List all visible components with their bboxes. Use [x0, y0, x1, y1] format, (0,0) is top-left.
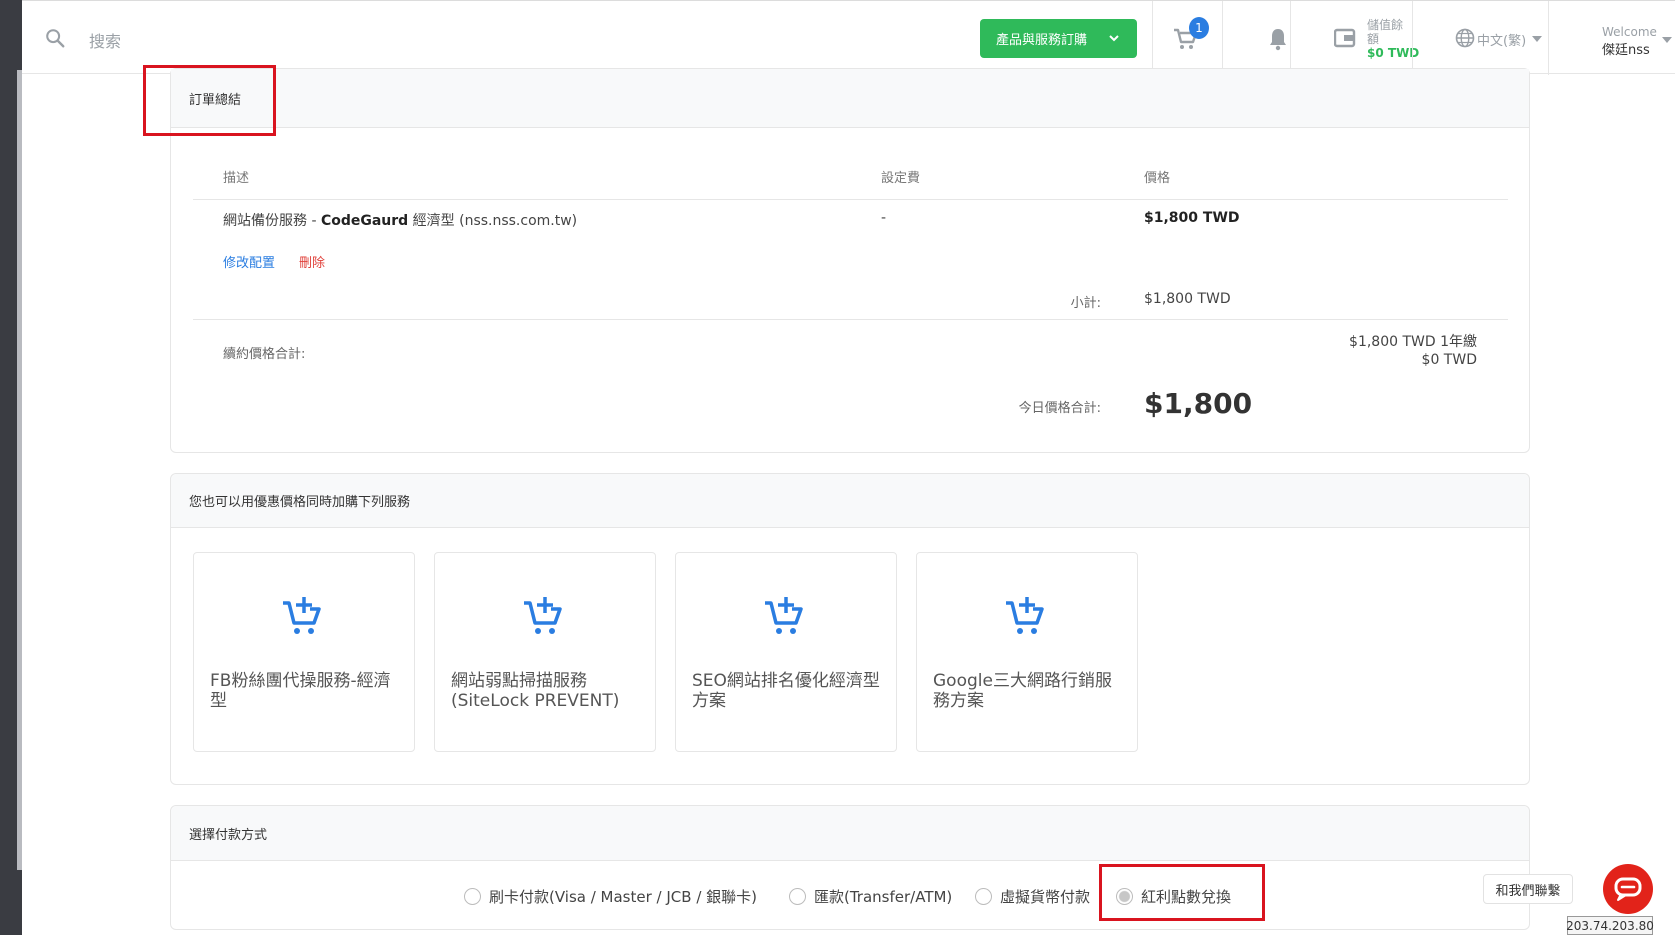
add-to-cart-icon: [524, 597, 562, 634]
wallet-balance-label: 儲值餘額: [1367, 18, 1404, 46]
add-to-cart-icon: [1006, 597, 1044, 634]
search-input[interactable]: 搜索: [89, 28, 121, 52]
order-item-description: 網站備份服務 - CodeGaurd 經濟型 (nss.nss.com.tw): [223, 213, 578, 229]
divider: [193, 319, 1508, 320]
caret-down-icon: [1532, 36, 1542, 42]
divider: [1412, 1, 1413, 75]
addon-item-label: SEO網站排名優化經濟型方案: [692, 671, 880, 711]
renewal-total-label: 續約價格合計:: [223, 347, 306, 362]
addon-item-label: Google三大網路行銷服務方案: [933, 671, 1112, 711]
left-sidebar-strip: [0, 0, 22, 935]
addon-item-label: FB粉絲團代操服務-經濟型: [210, 671, 391, 711]
cart-count-badge: 1: [1189, 17, 1209, 39]
payment-option-label: 匯款(Transfer/ATM): [814, 888, 953, 906]
add-to-cart-icon: [283, 597, 321, 634]
addon-item-google[interactable]: Google三大網路行銷服務方案: [916, 552, 1138, 752]
addon-services-card: 您也可以用優惠價格同時加購下列服務 FB粉絲團代操服務-經濟型 網站弱點掃描服務…: [170, 473, 1530, 785]
divider: [1222, 1, 1223, 75]
edit-configuration-link[interactable]: 修改配置: [223, 252, 275, 271]
delete-item-link[interactable]: 刪除: [299, 252, 325, 271]
contact-us-label[interactable]: 和我們聯繫: [1483, 874, 1573, 904]
divider: [1152, 1, 1153, 75]
radio-button[interactable]: [789, 888, 806, 905]
add-to-cart-icon: [765, 597, 803, 634]
column-header-setup-fee: 設定費: [881, 171, 921, 186]
addon-item-label: 網站弱點掃描服務(SiteLock PREVENT): [451, 671, 620, 711]
subtotal-value: $1,800 TWD: [1144, 291, 1231, 307]
renewal-total-value: $1,800 TWD 1年繳: [1349, 334, 1477, 350]
divider: [193, 199, 1508, 200]
order-summary-card: 訂單總結 描述 設定費 價格 網站備份服務 - CodeGaurd 經濟型 (n…: [170, 68, 1530, 453]
divider: [1290, 1, 1291, 75]
renewal-total-secondary: $0 TWD: [1421, 352, 1477, 368]
addon-services-title: 您也可以用優惠價格同時加購下列服務: [171, 474, 1529, 528]
order-products-button[interactable]: 產品與服務訂購: [980, 19, 1137, 58]
globe-icon[interactable]: [1455, 28, 1475, 48]
chevron-down-icon: [1109, 35, 1119, 42]
order-item-setup-fee: -: [881, 210, 887, 226]
today-total-value: $1,800: [1144, 387, 1253, 420]
payment-option-label: 刷卡付款(Visa / Master / JCB / 銀聯卡): [489, 888, 757, 906]
payment-option-transfer[interactable]: 匯款(Transfer/ATM): [789, 886, 952, 907]
today-total-label: 今日價格合計:: [1018, 401, 1101, 416]
bell-icon[interactable]: [1267, 27, 1289, 51]
highlight-box-bonus-points: [1099, 864, 1265, 921]
radio-button[interactable]: [975, 888, 992, 905]
caret-down-icon: [1662, 37, 1672, 43]
radio-button[interactable]: [464, 888, 481, 905]
order-products-label: 產品與服務訂購: [996, 33, 1088, 48]
column-header-price: 價格: [1144, 171, 1171, 186]
search-icon[interactable]: [44, 27, 66, 49]
addon-item-seo[interactable]: SEO網站排名優化經濟型方案: [675, 552, 897, 752]
wallet-icon[interactable]: [1334, 28, 1356, 48]
payment-method-title: 選擇付款方式: [171, 806, 1529, 861]
column-header-description: 描述: [223, 171, 250, 186]
chat-button[interactable]: [1603, 864, 1653, 914]
order-item-price: $1,800 TWD: [1144, 210, 1240, 226]
payment-method-card: 選擇付款方式 刷卡付款(Visa / Master / JCB / 銀聯卡) 匯…: [170, 805, 1530, 930]
addon-item-fb[interactable]: FB粉絲團代操服務-經濟型: [193, 552, 415, 752]
scrollbar[interactable]: [17, 70, 22, 870]
order-summary-title: 訂單總結: [171, 69, 1529, 128]
user-menu[interactable]: 傑廷nss: [1602, 39, 1650, 58]
chat-bubble-icon: [1614, 877, 1642, 901]
subtotal-label: 小計:: [1070, 296, 1101, 311]
welcome-label: Welcome: [1602, 25, 1657, 39]
payment-option-crypto[interactable]: 虛擬貨幣付款: [975, 886, 1090, 907]
top-navigation-bar: 搜索 產品與服務訂購 1 儲值餘額 $0 TWD 中文(繁) Welcome 傑…: [22, 0, 1675, 75]
language-selector[interactable]: 中文(繁): [1477, 30, 1526, 49]
payment-option-label: 虛擬貨幣付款: [1000, 888, 1091, 906]
highlight-box-summary: [143, 65, 276, 136]
divider: [1548, 1, 1549, 75]
addon-item-sitelock[interactable]: 網站弱點掃描服務(SiteLock PREVENT): [434, 552, 656, 752]
payment-option-card[interactable]: 刷卡付款(Visa / Master / JCB / 銀聯卡): [464, 886, 757, 907]
ip-address-tag: 203.74.203.80: [1566, 916, 1654, 935]
